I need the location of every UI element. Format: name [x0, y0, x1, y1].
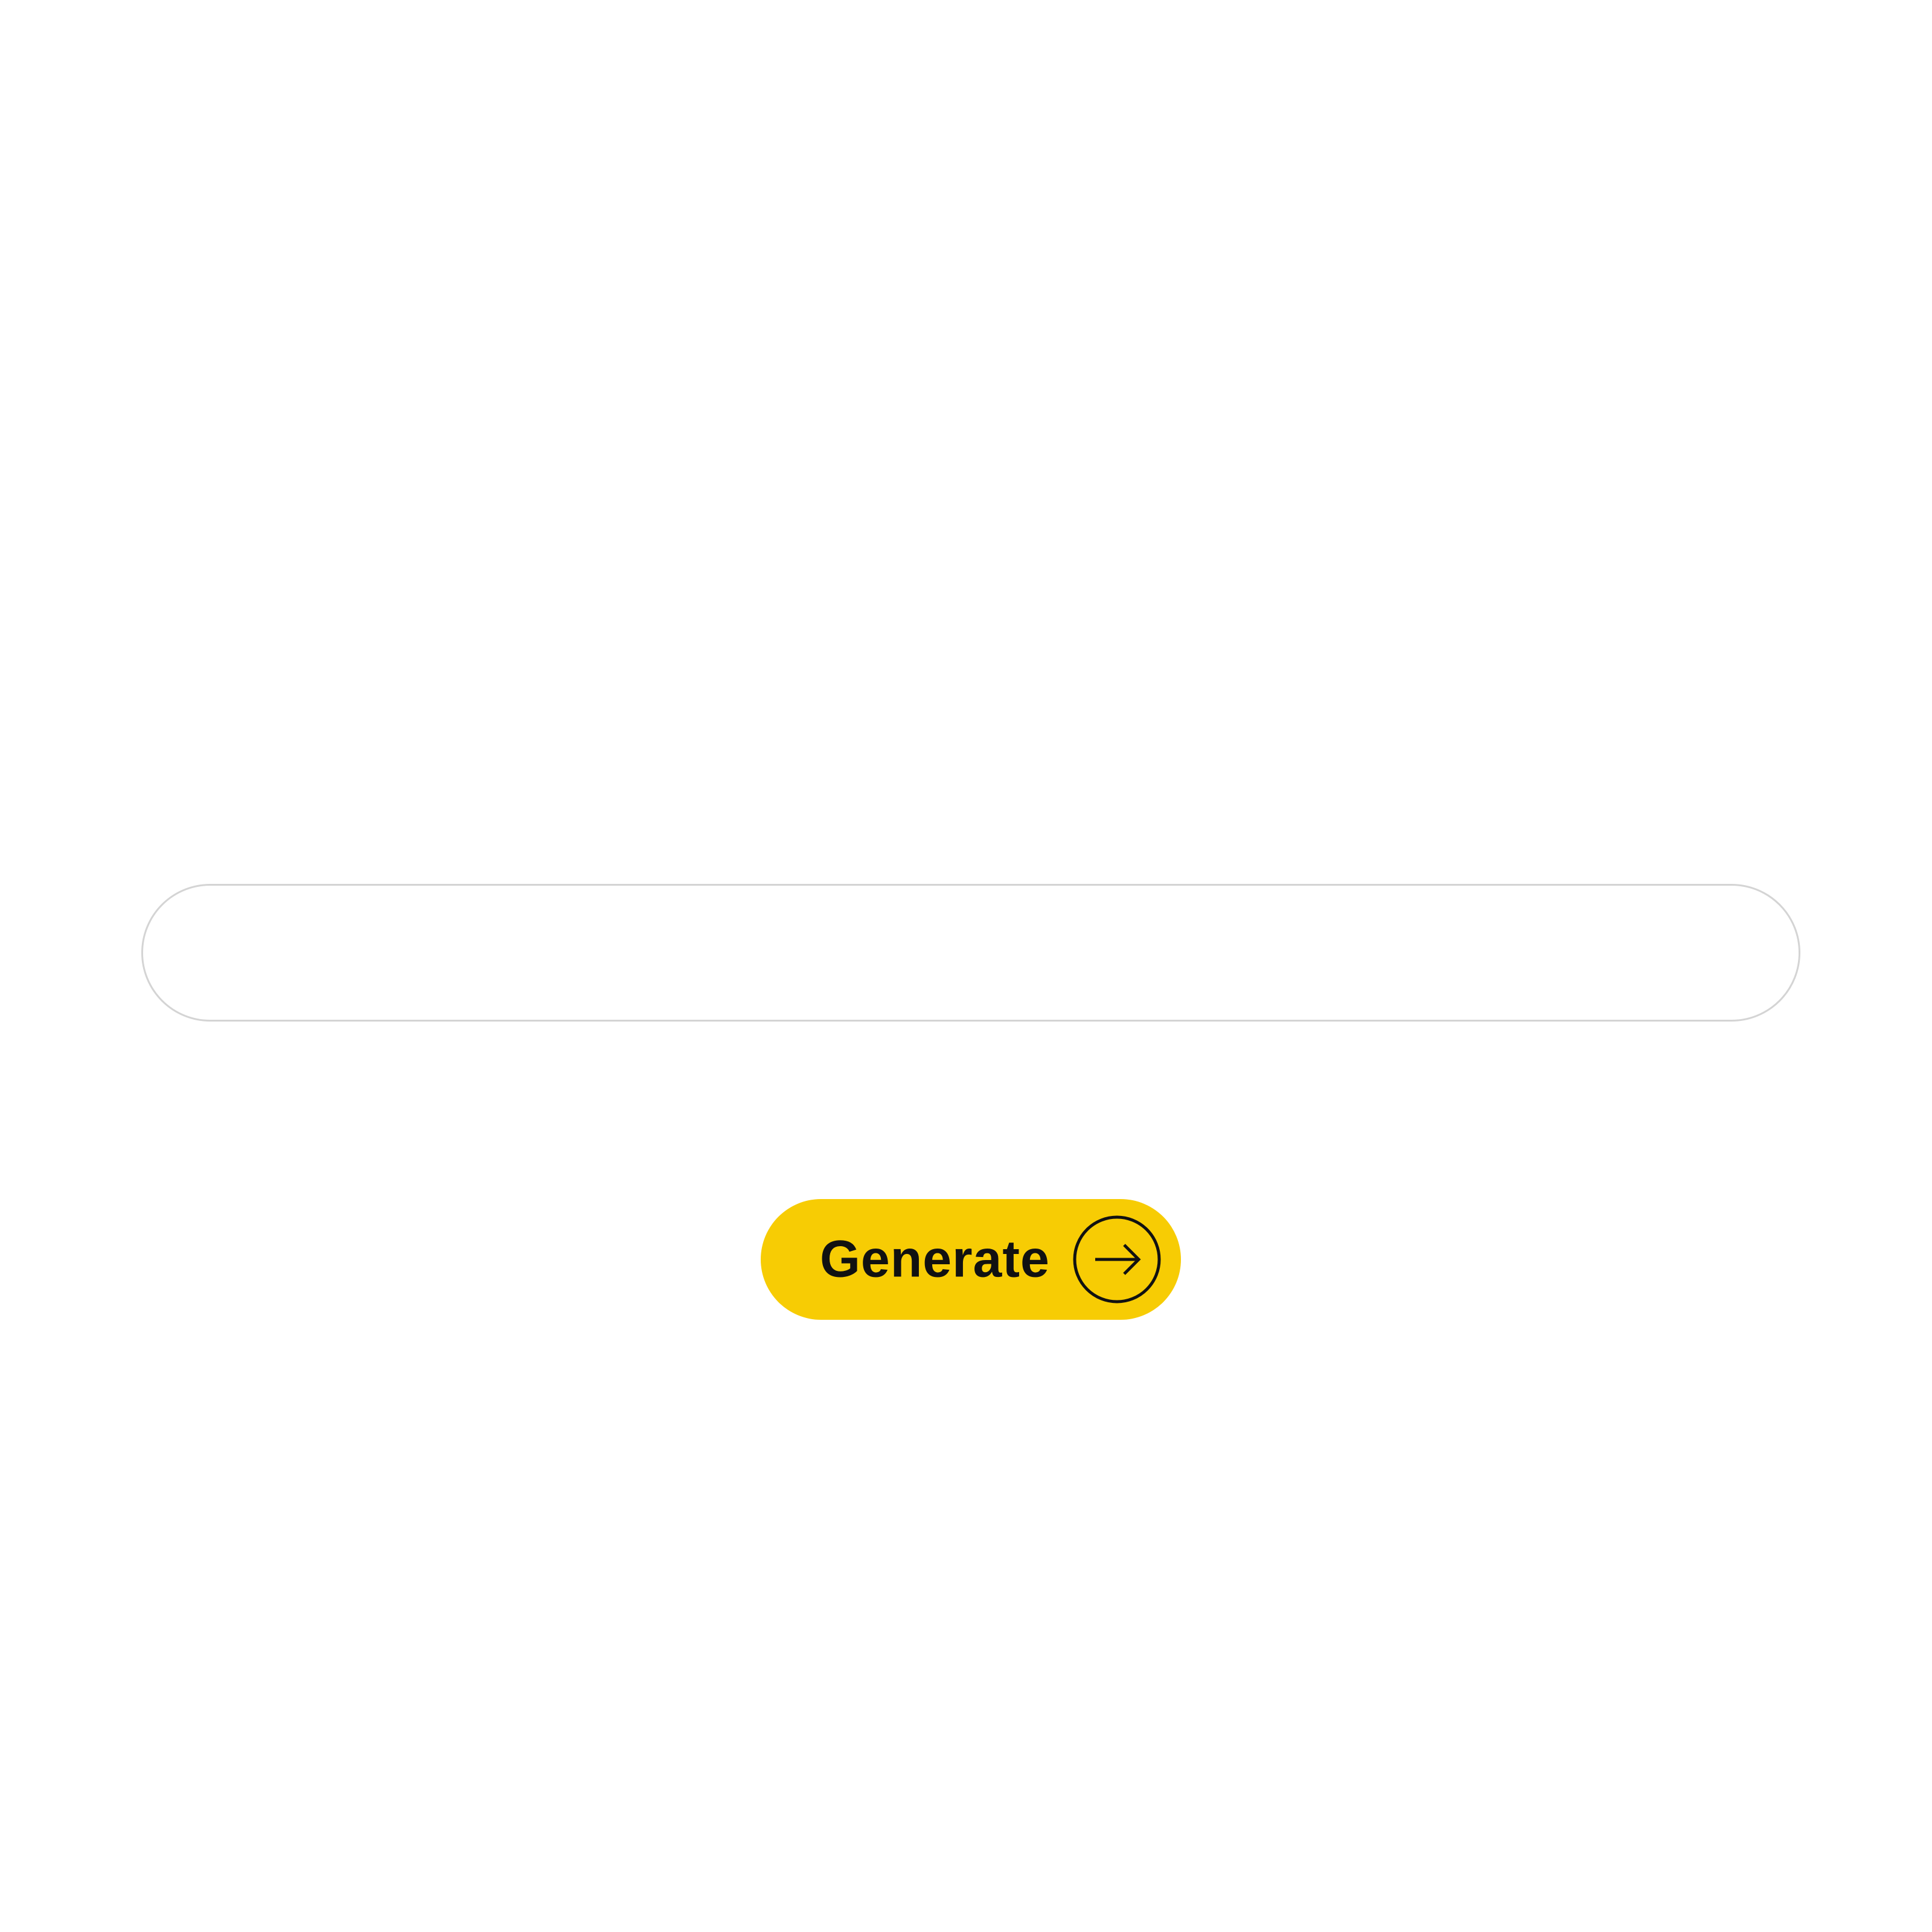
arrow-right-circle-icon: [1072, 1215, 1162, 1304]
prompt-input[interactable]: [141, 884, 1800, 1022]
generate-button-label: Generate: [820, 1230, 1050, 1288]
generate-button[interactable]: Generate: [761, 1199, 1181, 1320]
